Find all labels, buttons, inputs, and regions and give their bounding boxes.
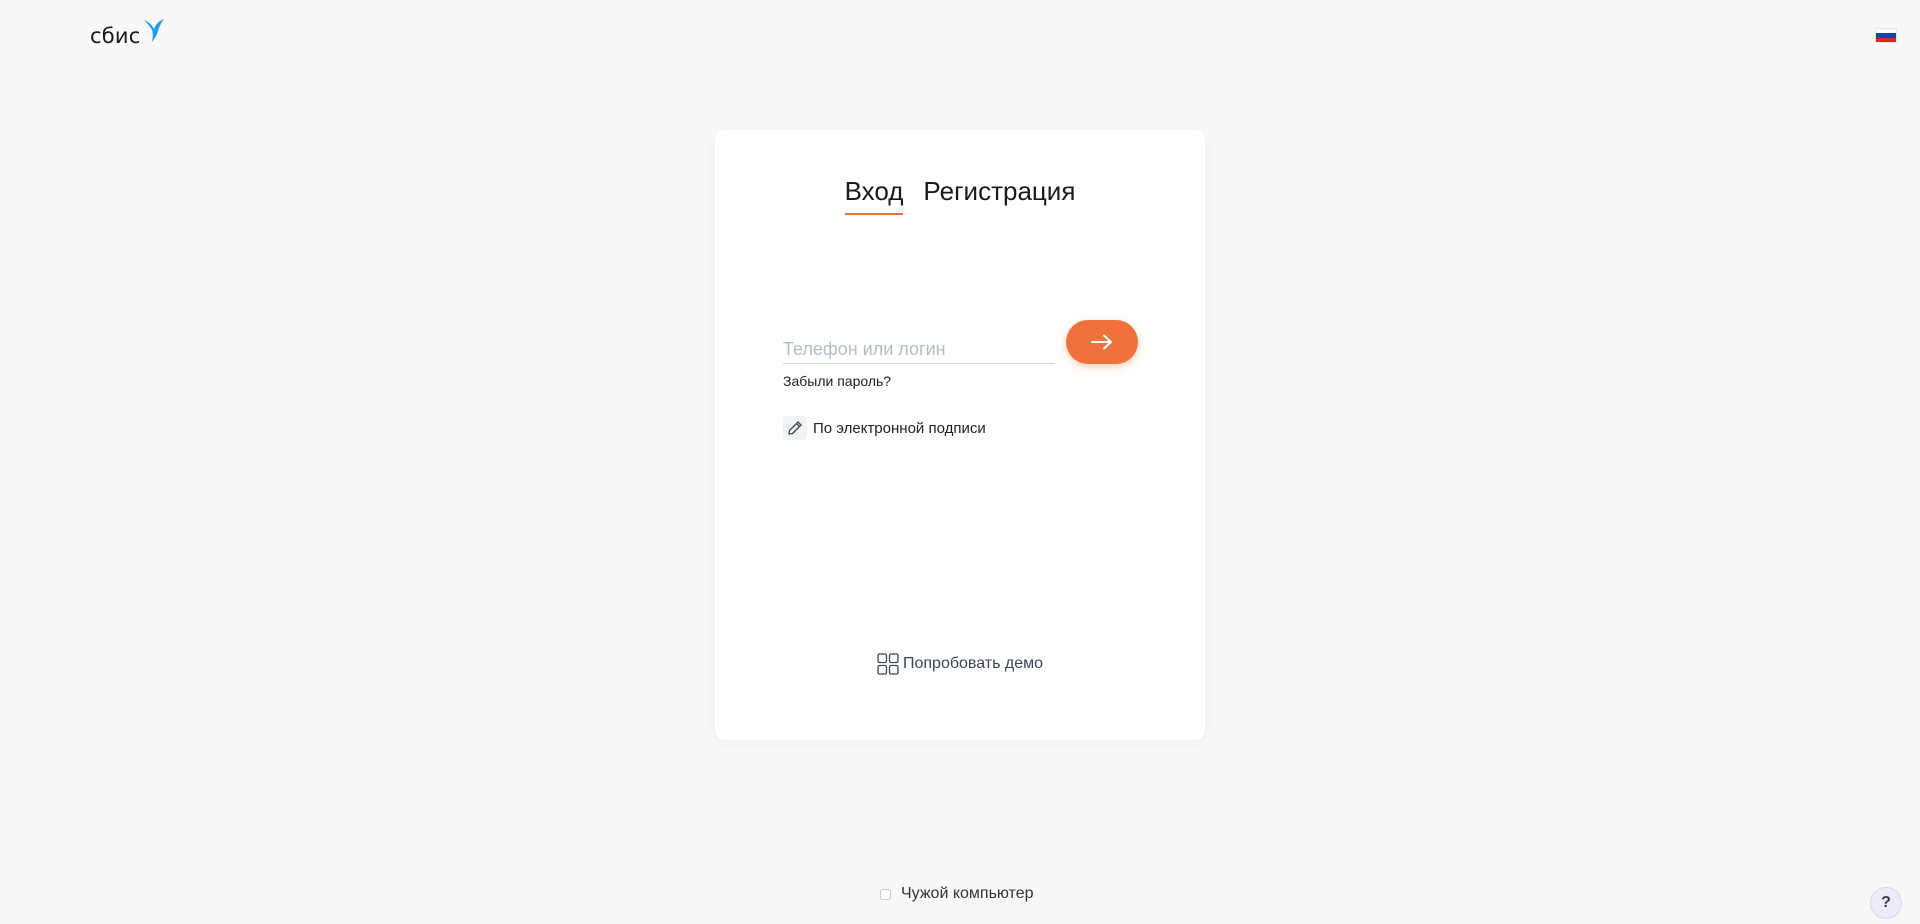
foreign-computer-checkbox[interactable] [880, 888, 891, 900]
submit-login-button[interactable] [1066, 320, 1138, 364]
flag-stripe-red [1876, 37, 1896, 42]
question-icon: ? [1881, 894, 1891, 911]
arrow-right-icon [1091, 334, 1112, 350]
esign-label: По электронной подписи [813, 419, 986, 437]
phone-or-login-input[interactable] [783, 330, 1055, 363]
pencil-icon [783, 416, 807, 440]
tab-registration[interactable]: Регистрация [923, 176, 1075, 215]
foreign-computer-option[interactable]: Чужой компьютер [880, 885, 1034, 903]
sbis-logo[interactable]: сбис [90, 19, 165, 49]
foreign-computer-label: Чужой компьютер [901, 885, 1034, 902]
auth-tabs: Вход Регистрация [715, 176, 1205, 215]
try-demo-button[interactable]: Попробовать демо [715, 653, 1205, 675]
tab-login[interactable]: Вход [844, 176, 904, 215]
logo-text: сбис [90, 23, 141, 48]
language-flag-icon[interactable] [1876, 29, 1896, 42]
try-demo-label: Попробовать демо [902, 655, 1044, 672]
esign-login-button[interactable]: По электронной подписи [783, 416, 986, 440]
help-button[interactable]: ? [1870, 887, 1902, 919]
forgot-password-link[interactable]: Забыли пароль? [783, 373, 891, 389]
grid-icon [877, 653, 899, 675]
login-card: Вход Регистрация Забыли пароль? По элект… [715, 130, 1205, 740]
hummingbird-logo-icon [143, 18, 165, 49]
login-field [783, 330, 1055, 364]
